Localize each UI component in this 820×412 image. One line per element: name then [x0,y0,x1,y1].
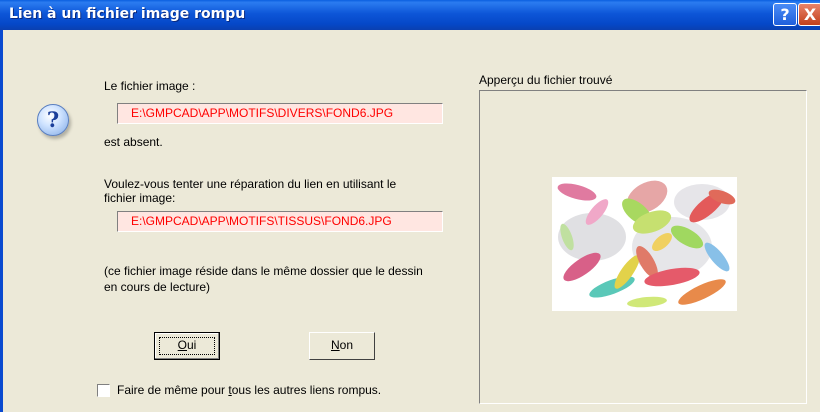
non-label: on [339,338,354,352]
question-text-line1: Voulez-vous tenter une réparation du lie… [104,177,397,191]
oui-button[interactable]: Oui [154,332,220,360]
question-text-line2: fichier image: [104,191,176,205]
apply-all-label-part1: Faire de même pour [117,383,229,397]
preview-image [552,177,737,311]
non-accel-key: N [330,338,340,352]
apply-all-label-part2: ous les autres liens rompus. [231,383,382,397]
note-text-line1: (ce fichier image réside dans le même do… [104,264,423,278]
window-title: Lien à un fichier image rompu [9,6,246,22]
help-button[interactable]: ? [773,3,797,26]
floral-pattern-image [552,177,737,311]
note-text-line2: en cours de lecture) [104,280,211,294]
absent-text: est absent. [104,135,163,149]
apply-all-checkbox[interactable] [97,384,110,397]
found-file-path: E:\GMPCAD\APP\MOTIFS\TISSUS\FOND6.JPG [117,211,443,232]
title-bar: Lien à un fichier image rompu ? X [0,0,820,30]
missing-file-label: Le fichier image : [104,79,196,93]
help-icon: ? [780,5,790,24]
close-icon: X [803,5,817,24]
non-button[interactable]: Non [309,332,375,360]
close-button[interactable]: X [798,3,820,26]
question-icon: ? [37,104,69,136]
apply-all-label[interactable]: Faire de même pour tous les autres liens… [117,383,381,397]
preview-label: Apperçu du fichier trouvé [479,73,613,87]
missing-file-path: E:\GMPCAD\APP\MOTIFS\DIVERS\FOND6.JPG [117,103,443,124]
focus-ring [159,337,215,355]
